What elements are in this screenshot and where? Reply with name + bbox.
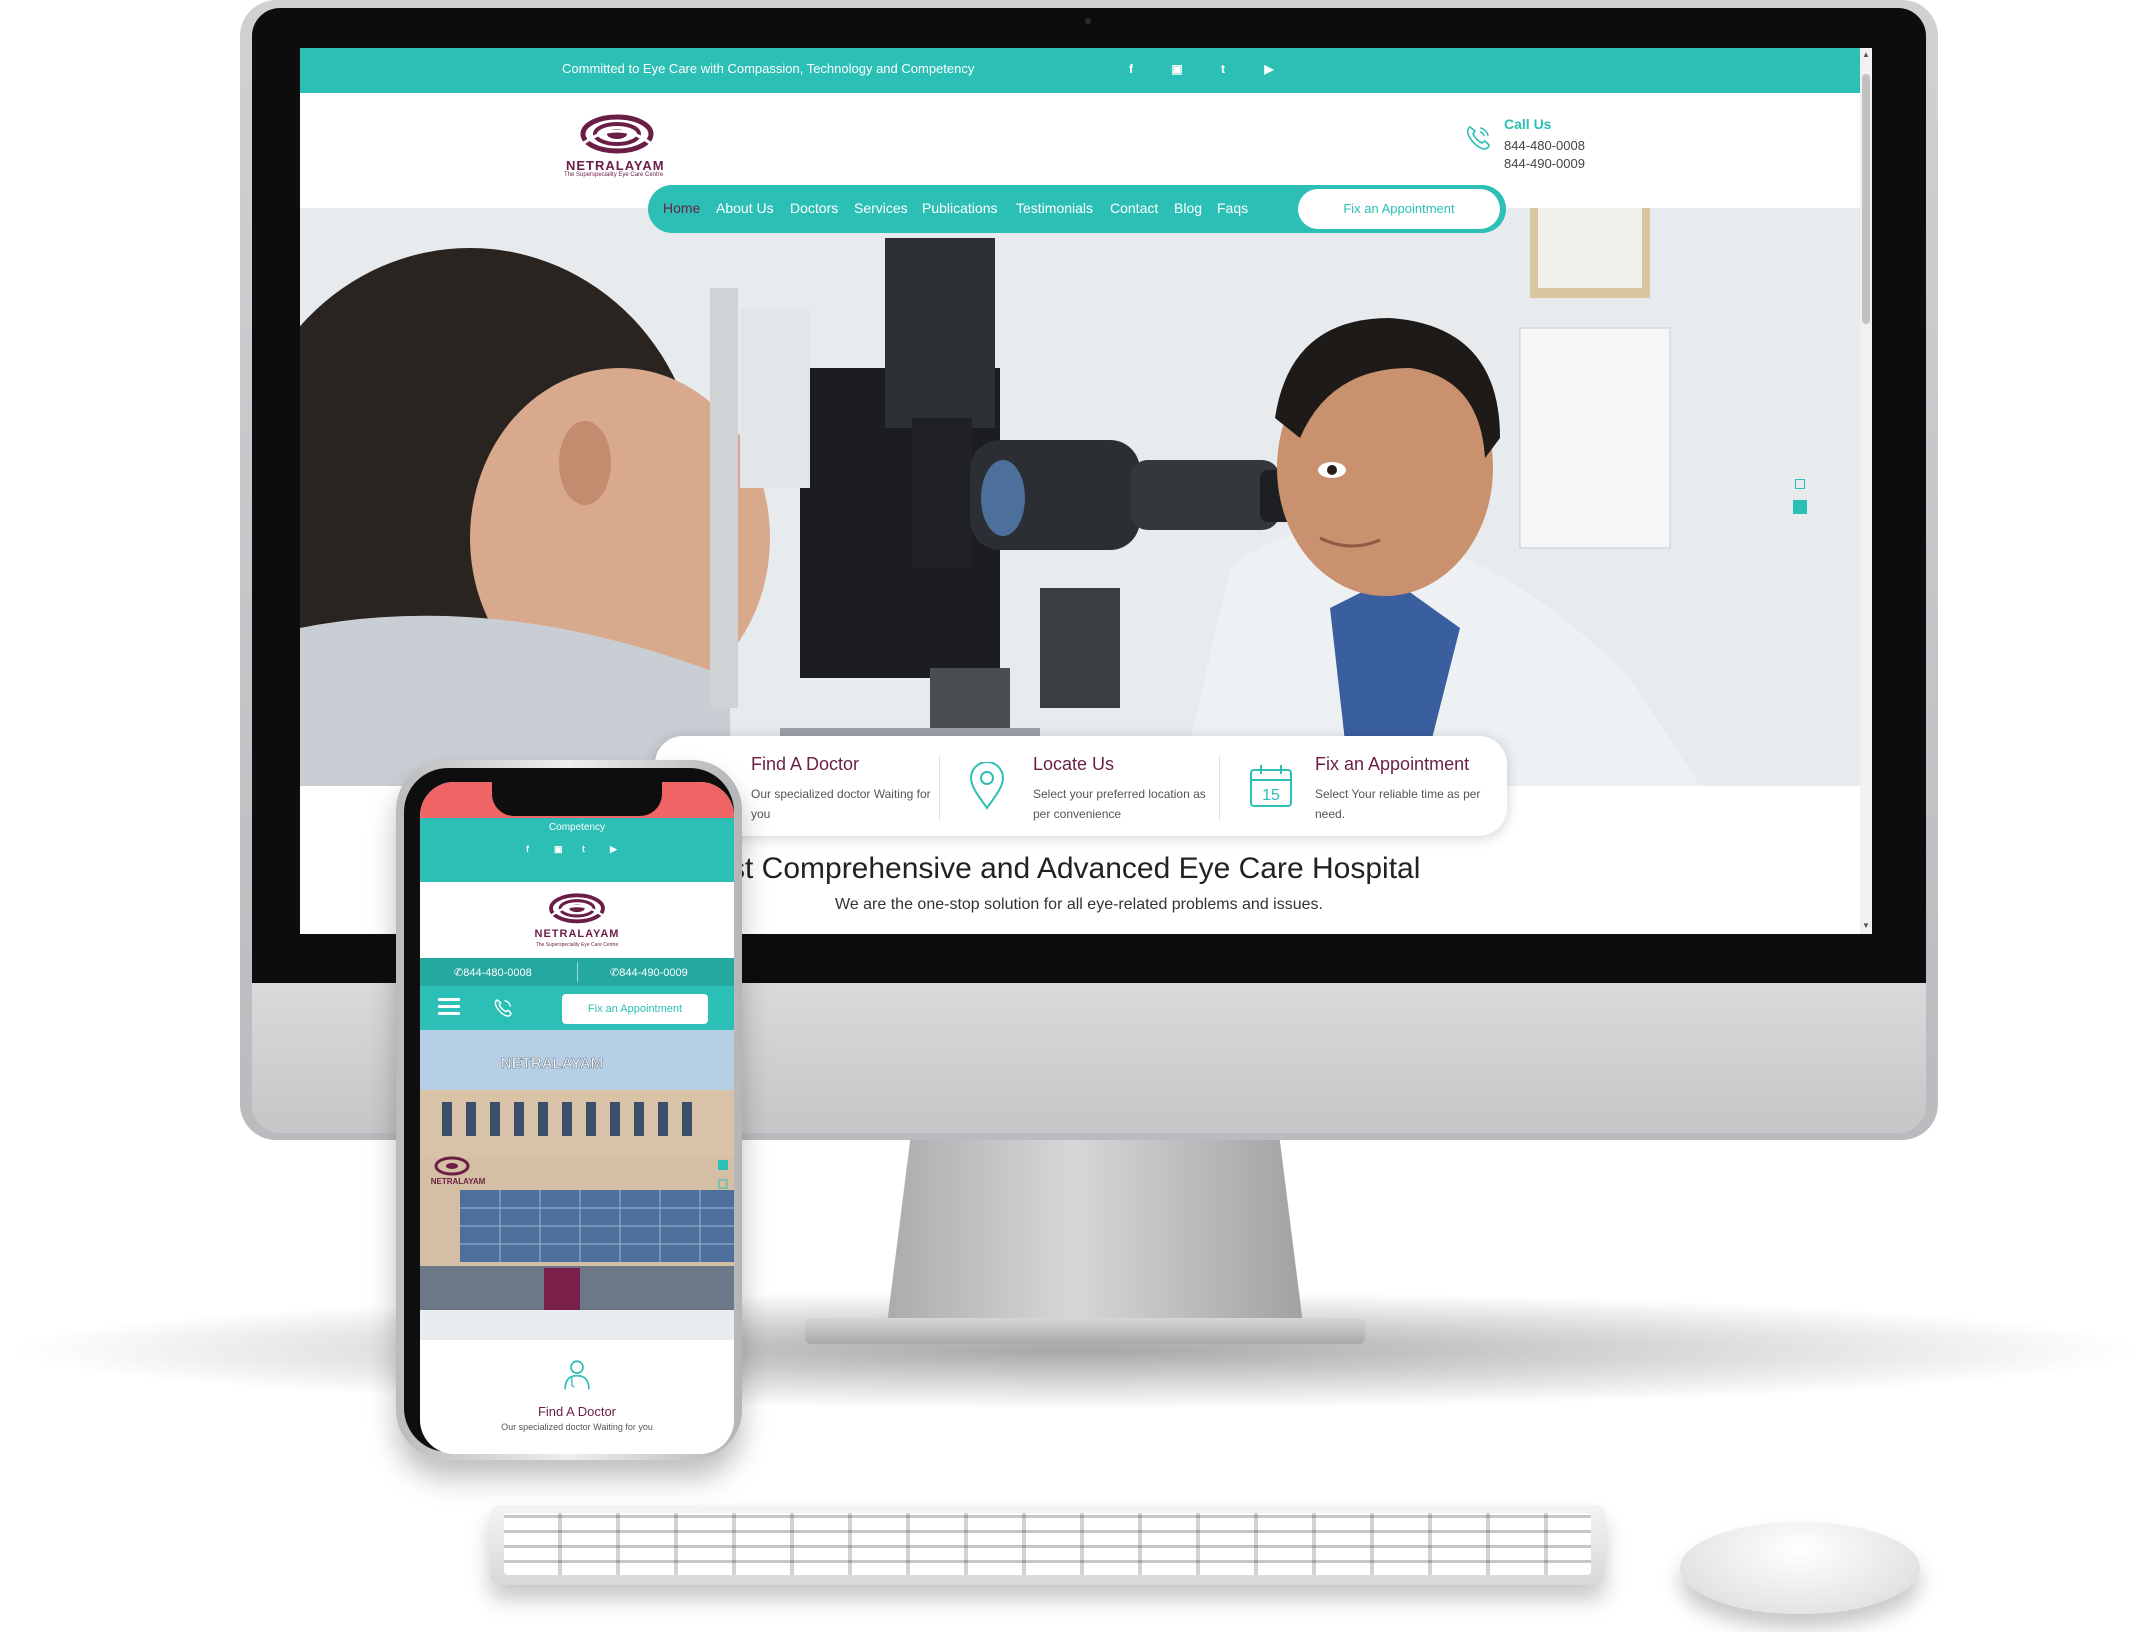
phone-number-1[interactable]: 844-480-0008 — [1504, 138, 1585, 153]
mobile-hero-building: NETRALAYAM NETRALAYAM — [420, 1030, 734, 1340]
fix-appointment-button[interactable]: Fix an Appointment — [1298, 189, 1500, 229]
gallery-icon[interactable]: ▣ — [554, 844, 563, 855]
nav-about-us[interactable]: About Us — [716, 200, 774, 216]
phone-icon — [1466, 126, 1490, 150]
nav-home[interactable]: Home — [663, 200, 700, 216]
nav-faqs[interactable]: Faqs — [1217, 200, 1248, 216]
eye-logo-icon[interactable] — [535, 890, 619, 928]
mobile-tagline: Competency — [548, 822, 606, 833]
doctor-icon — [564, 1360, 590, 1390]
phone-icon[interactable] — [492, 997, 514, 1019]
hero-photo-eye-exam — [300, 208, 1860, 786]
feature-appointment-title[interactable]: Fix an Appointment — [1315, 754, 1469, 775]
nav-services[interactable]: Services — [854, 200, 908, 216]
mobile-website: Competency f ▣ t ▶ NETRALAYAM The Supers… — [420, 782, 734, 1454]
twitter-icon[interactable]: t — [1215, 62, 1231, 76]
svg-text:NETRALAYAM: NETRALAYAM — [431, 1177, 486, 1186]
mobile-fix-appointment-button[interactable]: Fix an Appointment — [562, 994, 708, 1024]
eye-logo-icon[interactable] — [562, 110, 672, 160]
mobile-phone: Competency f ▣ t ▶ NETRALAYAM The Supers… — [396, 760, 742, 1460]
nav-blog[interactable]: Blog — [1174, 200, 1202, 216]
feature-find-doctor-title[interactable]: Find A Doctor — [751, 754, 859, 775]
slider-dot-2[interactable] — [1793, 500, 1807, 514]
section-subheading: We are the one-stop solution for all eye… — [835, 896, 1323, 913]
features-bar: Find A Doctor Our specialized doctor Wai… — [655, 736, 1507, 836]
logo-tagline: The Superspeciality Eye Care Centre — [564, 172, 664, 178]
nav-publications[interactable]: Publications — [922, 200, 998, 216]
calendar-icon: 15 — [1250, 765, 1292, 807]
hero-slider — [300, 208, 1860, 786]
svg-text:15: 15 — [1262, 787, 1280, 804]
youtube-icon[interactable]: ▶ — [610, 844, 617, 855]
mobile-logo-tagline: The Superspeciality Eye Care Centre — [535, 942, 619, 948]
phone-divider — [577, 962, 578, 982]
main-navigation: Home About Us Doctors Services Publicati… — [648, 185, 1506, 233]
mouse — [1680, 1522, 1920, 1614]
feature-divider — [1219, 756, 1220, 820]
mobile-feature-desc: Our specialized doctor Waiting for you — [501, 1422, 653, 1432]
facebook-icon[interactable]: f — [526, 844, 529, 854]
monitor-stand — [885, 1140, 1305, 1340]
facebook-icon[interactable]: f — [1123, 62, 1139, 76]
mobile-nav-bar: Fix an Appointment — [420, 986, 734, 1030]
scroll-down-icon[interactable]: ▼ — [1860, 921, 1872, 930]
call-us-label: Call Us — [1504, 116, 1552, 132]
location-pin-icon — [969, 762, 1005, 810]
feature-appointment-desc: Select Your reliable time as per need. — [1315, 787, 1481, 821]
keyboard — [490, 1505, 1605, 1585]
mobile-phone-bar: ✆844-480-0008 ✆844-490-0009 — [420, 958, 734, 986]
feature-locate-us-title[interactable]: Locate Us — [1033, 754, 1114, 775]
twitter-icon[interactable]: t — [582, 844, 585, 854]
svg-text:NETRALAYAM: NETRALAYAM — [501, 1055, 603, 1072]
scrollbar-thumb[interactable] — [1862, 74, 1870, 324]
mobile-feature-title[interactable]: Find A Doctor — [420, 1404, 734, 1419]
mobile-phone-number-2[interactable]: ✆844-490-0009 — [610, 966, 688, 979]
camera-dot — [1085, 18, 1091, 24]
nav-doctors[interactable]: Doctors — [790, 200, 838, 216]
monitor-stand-base — [805, 1318, 1365, 1344]
slider-dot-1[interactable] — [1795, 479, 1805, 489]
feature-find-doctor-desc: Our specialized doctor Waiting for you — [751, 787, 931, 821]
feature-locate-us-desc: Select your preferred location as per co… — [1033, 787, 1206, 821]
section-heading: st Comprehensive and Advanced Eye Care H… — [730, 852, 1421, 885]
scroll-up-icon[interactable]: ▲ — [1860, 50, 1872, 59]
phone-number-2[interactable]: 844-490-0009 — [1504, 156, 1585, 171]
keyboard-keys — [504, 1513, 1591, 1575]
phone-bezel: Competency f ▣ t ▶ NETRALAYAM The Supers… — [404, 768, 734, 1454]
nav-testimonials[interactable]: Testimonials — [1016, 200, 1093, 216]
logo-wordmark: NETRALAYAM — [566, 158, 665, 173]
tagline: Committed to Eye Care with Compassion, T… — [562, 61, 975, 76]
nav-contact[interactable]: Contact — [1110, 200, 1158, 216]
hospital-building-photo: NETRALAYAM NETRALAYAM — [420, 1030, 734, 1340]
phone-notch — [492, 782, 662, 816]
mobile-phone-number-1[interactable]: ✆844-480-0008 — [454, 966, 532, 979]
feature-divider — [939, 756, 940, 820]
mobile-logo-wordmark: NETRALAYAM — [534, 928, 620, 940]
hamburger-menu-icon[interactable] — [438, 998, 460, 1016]
youtube-icon[interactable]: ▶ — [1261, 62, 1277, 76]
gallery-icon[interactable]: ▣ — [1169, 62, 1185, 76]
top-bar: Committed to Eye Care with Compassion, T… — [300, 48, 1860, 93]
